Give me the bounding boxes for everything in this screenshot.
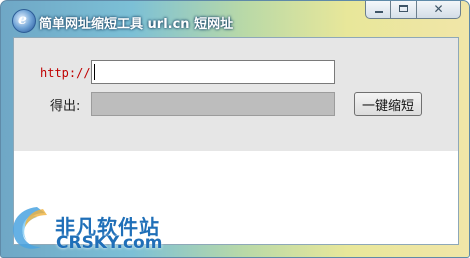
form-panel: http:// 得出: 一键缩短	[14, 38, 458, 151]
watermark-name-en: CRSKY.com	[56, 233, 163, 253]
url-input[interactable]	[91, 60, 335, 84]
app-window: e 简单网址缩短工具 url.cn 短网址 ✕ http:// 得出: 一键缩短…	[0, 0, 470, 258]
caption-buttons: ✕	[365, 1, 461, 20]
crsky-logo-icon	[13, 207, 47, 249]
app-ie-icon: e	[12, 9, 36, 33]
shorten-button[interactable]: 一键缩短	[354, 92, 422, 116]
watermark: 非凡软件站 CRSKY.com	[1, 197, 201, 257]
result-field[interactable]	[91, 92, 335, 116]
title-bar[interactable]: e 简单网址缩短工具 url.cn 短网址 ✕	[1, 1, 469, 37]
window-title: 简单网址缩短工具 url.cn 短网址	[39, 17, 234, 32]
maximize-button[interactable]	[391, 1, 417, 19]
text-caret	[94, 64, 95, 80]
maximize-icon	[399, 5, 408, 12]
url-prefix-label: http://	[40, 66, 91, 80]
minimize-button[interactable]	[365, 1, 391, 19]
result-label: 得出:	[50, 99, 81, 114]
close-button[interactable]: ✕	[417, 1, 461, 19]
close-icon: ✕	[433, 2, 444, 16]
minimize-icon	[375, 11, 383, 13]
